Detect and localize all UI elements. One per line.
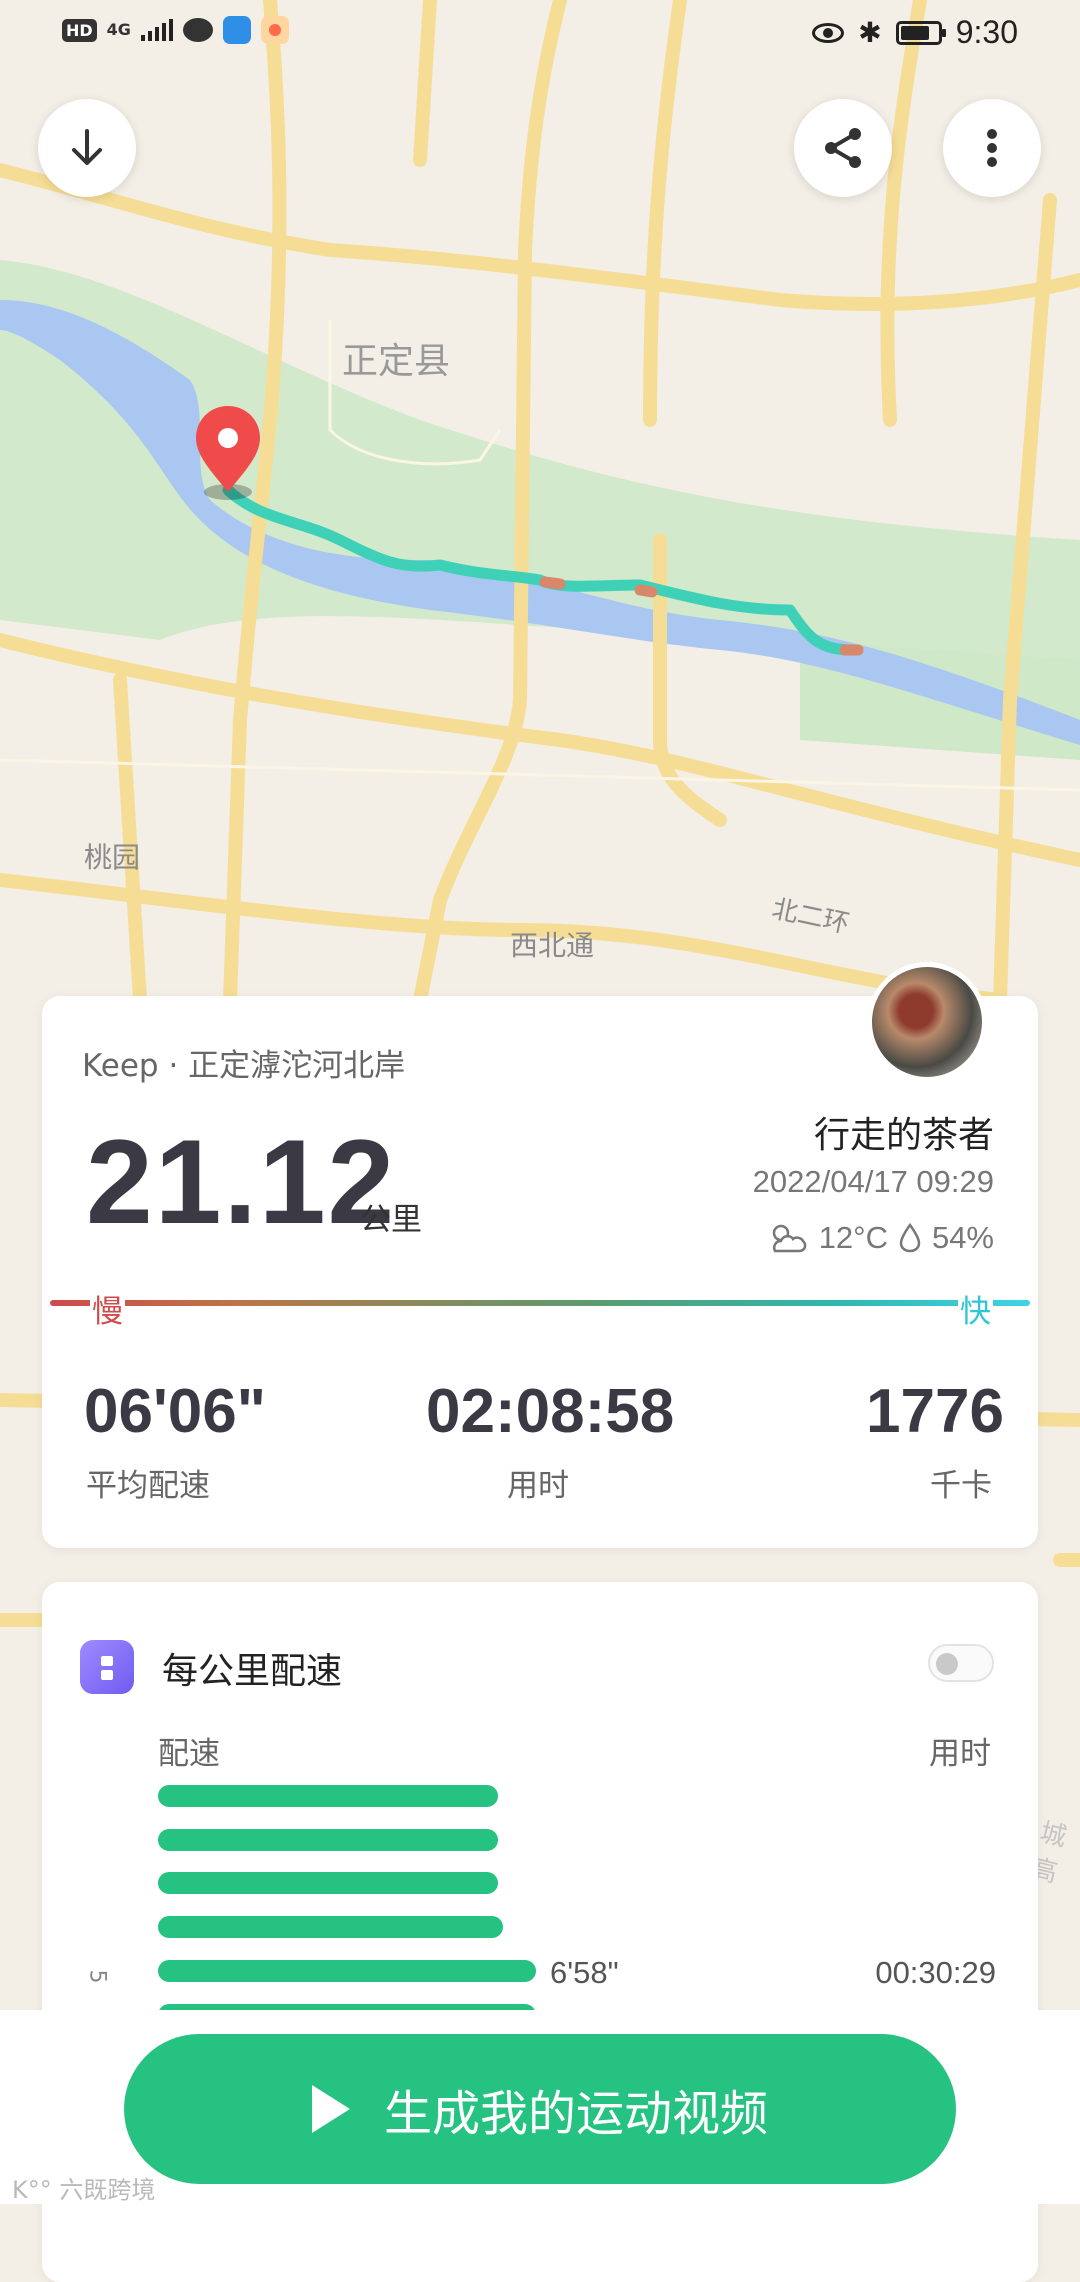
arrow-down-icon [72, 129, 102, 165]
weather-info: 12°C 54% [767, 1220, 994, 1256]
avg-pace-value: 06'06" [84, 1377, 267, 1446]
generate-video-button[interactable]: 生成我的运动视频 [124, 2034, 956, 2184]
humidity: 54% [931, 1220, 994, 1255]
split-pace-value: 6'58" [550, 1955, 619, 1990]
split-km-number: 5 [84, 1969, 110, 1984]
split-bar [158, 1916, 503, 1938]
watermark: K°° 六既跨境 [12, 2176, 156, 2204]
map-label-taoyuan: 桃园 [84, 841, 141, 874]
message-icon [182, 18, 213, 42]
more-vertical-icon [987, 129, 997, 167]
road-icon [80, 1640, 134, 1694]
weather-app-icon [222, 16, 251, 44]
partly-cloudy-icon [772, 1224, 807, 1253]
split-bar [158, 1829, 498, 1851]
temperature: 12°C [818, 1220, 888, 1255]
workout-datetime: 2022/04/17 09:29 [752, 1164, 994, 1199]
status-bar: HD 4G ✱ 9:30 [0, 0, 1080, 70]
duration-value: 02:08:58 [426, 1377, 675, 1446]
generate-video-label: 生成我的运动视频 [383, 2086, 768, 2142]
eye-comfort-icon [812, 22, 845, 43]
humidity-drop-icon [899, 1222, 921, 1253]
avatar[interactable] [867, 962, 987, 1082]
calories-value: 1776 [866, 1377, 1004, 1446]
more-button[interactable] [943, 99, 1041, 197]
share-icon [825, 128, 861, 168]
duration-label: 用时 [507, 1468, 569, 1504]
username[interactable]: 行走的茶者 [814, 1106, 994, 1158]
download-button[interactable] [38, 99, 136, 197]
column-time-header: 用时 [929, 1736, 991, 1772]
app-notification-icon [260, 16, 289, 44]
network-type: 4G [106, 20, 131, 39]
avg-pace-label: 平均配速 [86, 1468, 210, 1504]
split-bar [158, 1872, 498, 1894]
column-pace-header: 配速 [158, 1736, 220, 1772]
pace-slow-label: 慢 [90, 1286, 125, 1331]
play-icon [311, 2085, 350, 2133]
workout-source: Keep · 正定滹沱河北岸 [82, 1048, 406, 1084]
hd-badge: HD [62, 18, 97, 42]
clock: 9:30 [955, 14, 1018, 50]
map-label-xibeitong: 西北通 [510, 929, 595, 962]
pace-fast-label: 快 [958, 1286, 993, 1331]
map-label-zhengding: 正定县 [342, 341, 451, 382]
split-pace-title: 每公里配速 [162, 1651, 343, 1692]
distance-value: 21.12 [86, 1115, 397, 1249]
signal-icon [140, 19, 173, 41]
split-time-value: 00:30:29 [875, 1955, 996, 1990]
bluetooth-icon: ✱ [858, 16, 882, 49]
split-bar [158, 1960, 536, 1982]
battery-icon [895, 20, 946, 45]
share-button[interactable] [794, 99, 892, 197]
pace-gradient-bar [50, 1300, 1030, 1306]
distance-unit: 公里 [360, 1202, 422, 1238]
split-bar [158, 1785, 498, 1807]
split-display-toggle[interactable] [928, 1644, 994, 1682]
calories-label: 千卡 [930, 1468, 992, 1504]
